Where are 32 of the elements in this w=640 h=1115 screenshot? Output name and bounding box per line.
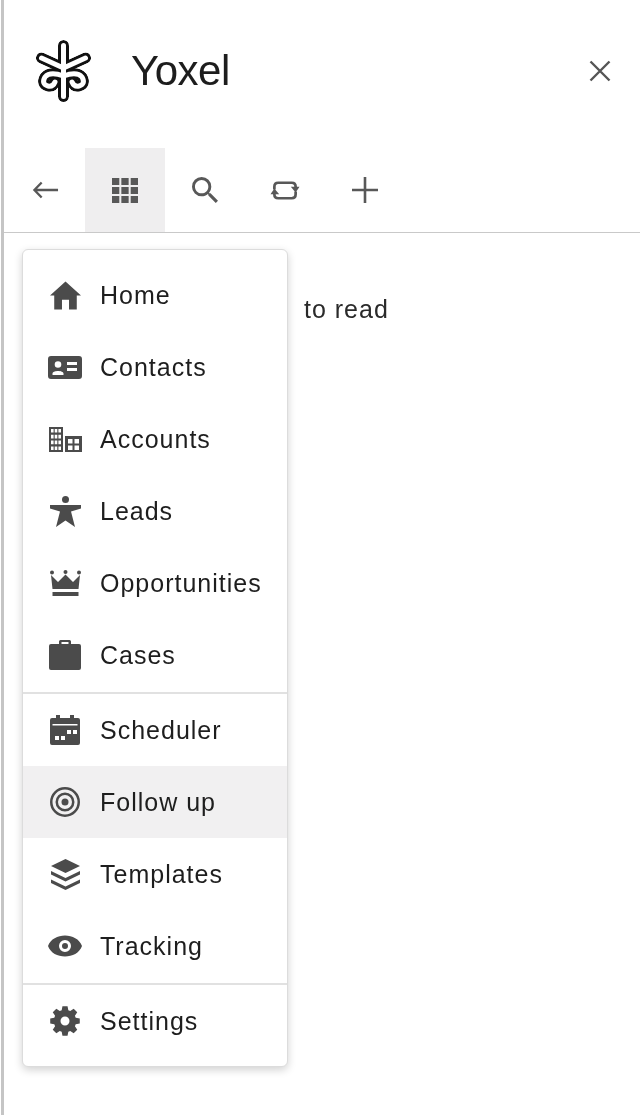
target-icon bbox=[50, 787, 80, 817]
menu-item[interactable]: Home bbox=[23, 259, 287, 331]
app-title: Yoxel bbox=[131, 46, 230, 96]
contact-card-icon bbox=[48, 355, 82, 379]
buildings-icon bbox=[48, 426, 82, 452]
logo-icon bbox=[36, 40, 91, 102]
menu-item[interactable]: Opportunities bbox=[23, 547, 287, 619]
calendar-icon bbox=[50, 715, 80, 745]
plus-icon bbox=[352, 177, 378, 203]
apps-button[interactable] bbox=[85, 148, 165, 232]
body-text: to read bbox=[304, 294, 389, 324]
menu-item[interactable]: Accounts bbox=[23, 403, 287, 475]
close-button[interactable] bbox=[589, 60, 611, 82]
search-icon bbox=[192, 177, 218, 203]
back-arrow-icon bbox=[31, 181, 59, 199]
menu-item[interactable]: Cases bbox=[23, 619, 287, 691]
menu-item[interactable]: Contacts bbox=[23, 331, 287, 403]
menu-item[interactable]: Follow up bbox=[23, 766, 287, 838]
crown-icon bbox=[49, 570, 81, 596]
menu-item[interactable]: Settings bbox=[23, 985, 287, 1057]
settings-icon bbox=[50, 1006, 80, 1036]
close-icon bbox=[589, 60, 611, 82]
menu-item[interactable]: Templates bbox=[23, 838, 287, 910]
eye-icon bbox=[48, 935, 82, 957]
menu-item[interactable]: Scheduler bbox=[23, 694, 287, 766]
menu-item[interactable]: Tracking bbox=[23, 910, 287, 982]
person-icon bbox=[49, 495, 81, 527]
briefcase-icon bbox=[49, 640, 81, 670]
home-icon bbox=[49, 280, 81, 310]
menu-item[interactable]: Leads bbox=[23, 475, 287, 547]
layers-icon bbox=[50, 858, 80, 890]
grid-icon bbox=[112, 177, 138, 203]
